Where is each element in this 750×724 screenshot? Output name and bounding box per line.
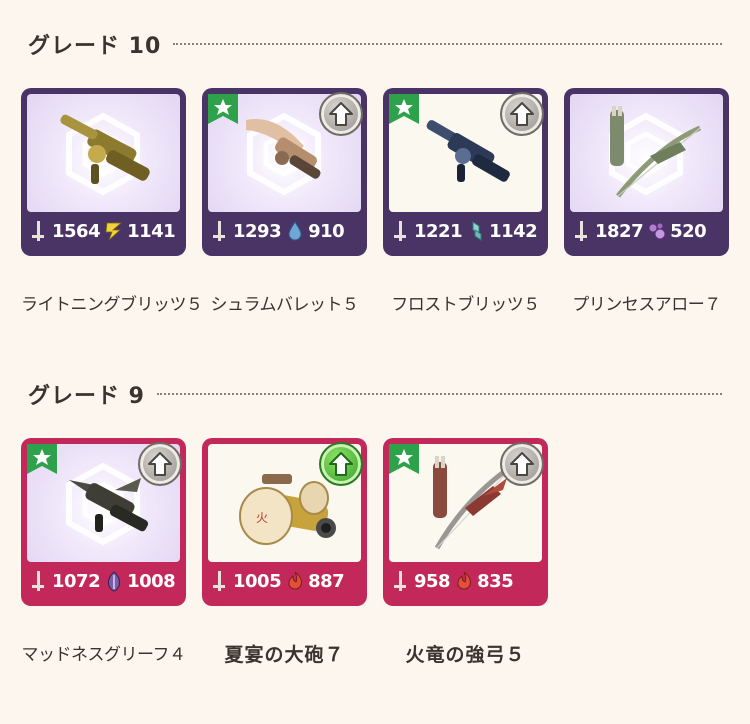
weapon-item[interactable]: 1072 1008 マッドネスグリーフ４ [21,438,186,667]
weapon-card[interactable]: 火 1005 887 [202,438,367,606]
thunder-icon [105,222,123,241]
upgrade-button[interactable] [138,442,182,486]
dotted-divider [173,43,722,45]
upgrade-button[interactable] [319,442,363,486]
element-value: 520 [670,220,707,242]
weapon-stats: 1072 1008 [27,562,180,600]
weapon-name: プリンセスアロー７ [572,295,721,315]
weapon-grid-grade-10: 1564 1141 ライトニングブリッツ５ 1293 910 シュラムバレット５… [21,88,729,315]
svg-text:火: 火 [256,511,268,525]
weapon-name: マッドネスグリーフ４ [21,645,186,665]
arrow-up-icon [329,102,353,126]
weapon-name: ライトニングブリッツ５ [21,295,203,315]
weapon-name: シュラムバレット５ [210,295,360,315]
weapon-item[interactable]: 1221 1142 フロストブリッツ５ [383,88,548,315]
weapon-stats: 1827 520 [570,212,723,250]
weapon-art [570,94,723,212]
weapon-item[interactable]: 1564 1141 ライトニングブリッツ５ [21,88,203,315]
weapon-item[interactable]: 1293 910 シュラムバレット５ [202,88,367,315]
grade-header-10: グレード 10 [28,28,722,60]
element-value: 1008 [127,570,176,592]
weapon-stats: 958 835 [389,562,542,600]
attack-value: 958 [414,570,451,592]
arrow-up-icon [148,452,172,476]
weapon-name: 火竜の強弓５ [405,644,526,666]
bowgun-gold-icon [60,114,150,184]
weapon-stats: 1564 1141 [27,212,180,250]
favorite-star-ribbon-icon[interactable] [389,94,419,124]
dragon-icon [108,571,121,592]
water-icon [288,221,302,241]
upgrade-button[interactable] [500,92,544,136]
weapon-name: 夏宴の大砲７ [224,644,345,666]
attack-sword-icon [575,221,587,241]
bow-green-icon [610,106,701,198]
attack-value: 1293 [233,220,282,242]
arrow-up-icon [510,452,534,476]
weapon-card[interactable]: 1564 1141 [21,88,186,256]
weapon-card[interactable]: 958 835 [383,438,548,606]
attack-sword-icon [394,571,406,591]
attack-sword-icon [394,221,406,241]
attack-sword-icon [32,571,44,591]
favorite-star-ribbon-icon[interactable] [389,444,419,474]
weapon-stats: 1221 1142 [389,212,542,250]
attack-value: 1005 [233,570,282,592]
weapon-art [27,94,180,212]
element-value: 835 [477,570,514,592]
arrow-up-icon [510,102,534,126]
element-value: 910 [308,220,345,242]
attack-value: 1221 [414,220,463,242]
favorite-star-ribbon-icon[interactable] [208,94,238,124]
element-value: 887 [308,570,345,592]
poison-icon [648,223,666,240]
attack-sword-icon [213,571,225,591]
weapon-item[interactable]: 1827 520 プリンセスアロー７ [564,88,729,315]
attack-sword-icon [32,221,44,241]
weapon-card[interactable]: 1072 1008 [21,438,186,606]
attack-value: 1827 [595,220,644,242]
weapon-card[interactable]: 1221 1142 [383,88,548,256]
element-value: 1142 [489,220,538,242]
attack-value: 1564 [52,220,101,242]
weapon-stats: 1293 910 [208,212,361,250]
grade-header-9: グレード 9 [28,378,722,410]
attack-value: 1072 [52,570,101,592]
element-value: 1141 [127,220,176,242]
weapon-card[interactable]: 1827 520 [564,88,729,256]
upgrade-button[interactable] [319,92,363,136]
fire-icon [457,571,471,590]
weapon-item[interactable]: 958 835 火竜の強弓５ [383,438,548,667]
grade-title: グレード 10 [28,34,162,59]
dotted-divider [156,393,722,395]
upgrade-button[interactable] [500,442,544,486]
attack-sword-icon [213,221,225,241]
ice-icon [472,221,482,241]
arrow-up-icon [329,452,353,476]
weapon-grid-grade-9: 1072 1008 マッドネスグリーフ４ 火 1005 887 夏宴の大砲７ 9… [21,438,548,667]
grade-title: グレード 9 [28,384,145,409]
weapon-item[interactable]: 火 1005 887 夏宴の大砲７ [202,438,367,667]
weapon-name: フロストブリッツ５ [391,295,540,315]
weapon-card[interactable]: 1293 910 [202,88,367,256]
fire-icon [288,571,302,590]
favorite-star-ribbon-icon[interactable] [27,444,57,474]
weapon-stats: 1005 887 [208,562,361,600]
